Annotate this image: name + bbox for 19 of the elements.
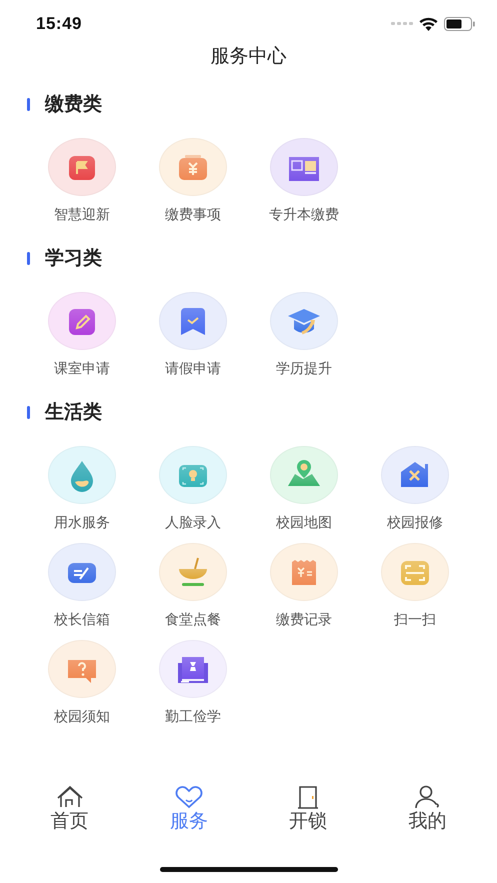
heart-icon <box>174 785 204 809</box>
door-icon <box>296 785 320 809</box>
tab[interactable]: 开锁 <box>248 785 368 845</box>
section-marker <box>27 406 30 418</box>
tab[interactable]: 服务 <box>129 785 248 845</box>
wifi-icon <box>419 17 438 31</box>
page-title: 服务中心 <box>210 46 286 68</box>
section-title: 生活类 <box>45 401 102 425</box>
tab[interactable]: 我的 <box>368 785 487 845</box>
user-icon <box>413 785 442 809</box>
signal-icon <box>391 22 413 26</box>
section-title: 学习类 <box>45 247 102 271</box>
home-icon <box>56 785 84 809</box>
tab[interactable]: 首页 <box>10 785 130 845</box>
section-title: 缴费类 <box>45 93 102 117</box>
battery-icon <box>444 17 475 31</box>
status-time: 15:49 <box>36 14 83 34</box>
section-marker <box>27 98 30 110</box>
section-marker <box>27 252 30 264</box>
